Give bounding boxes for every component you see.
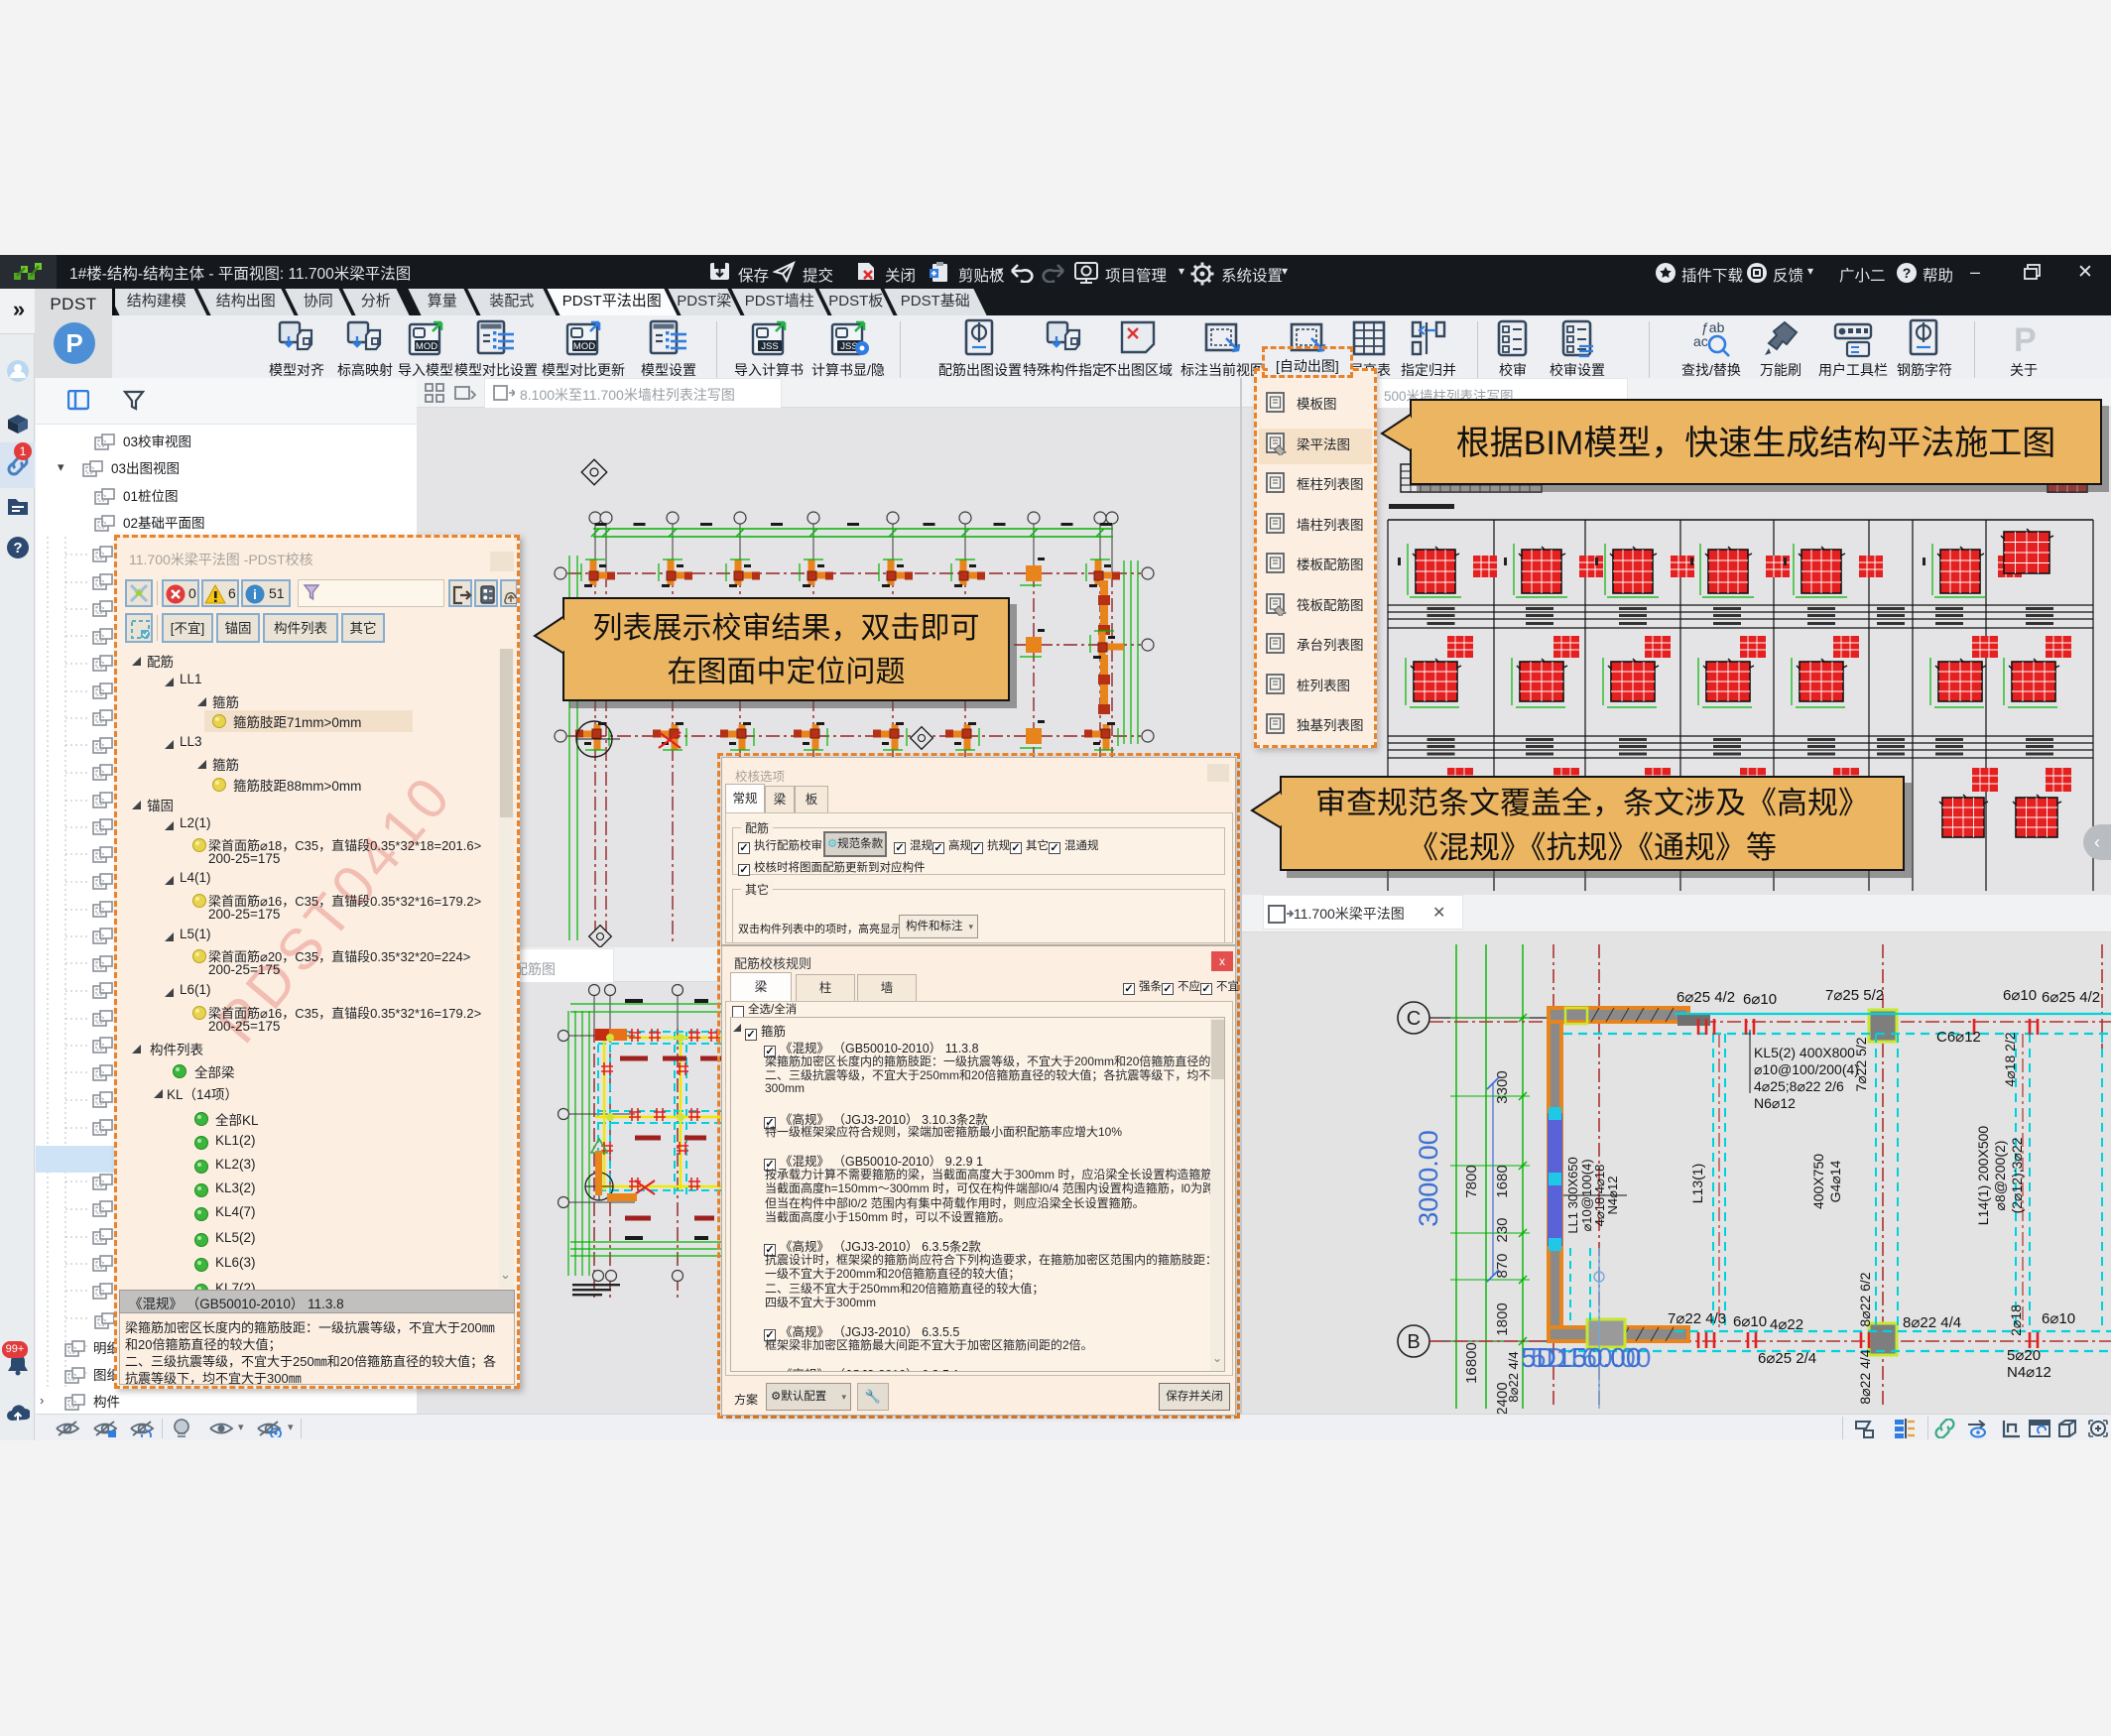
svg-text:⌀8@200(2): ⌀8@200(2): [1992, 1141, 2008, 1211]
svg-text:3000.00: 3000.00: [1414, 1130, 1443, 1227]
svg-text:6⌀10: 6⌀10: [1733, 1313, 1767, 1330]
svg-text:8⌀22 4/4: 8⌀22 4/4: [1903, 1314, 1961, 1331]
svg-text:N6⌀12: N6⌀12: [1754, 1095, 1796, 1111]
svg-text:C: C: [1407, 1008, 1421, 1030]
svg-text:JSS: JSS: [761, 341, 778, 352]
svg-text:P: P: [65, 328, 82, 358]
svg-text:230: 230: [1494, 1217, 1511, 1242]
svg-text:⌀10@100/200(4): ⌀10@100/200(4): [1754, 1061, 1859, 1077]
svg-text:L13(1): L13(1): [1689, 1164, 1705, 1203]
svg-text:6⌀10: 6⌀10: [2003, 987, 2037, 1004]
svg-text:6⌀25 4/2: 6⌀25 4/2: [2042, 989, 2100, 1006]
svg-text:7⌀22 4/3: 7⌀22 4/3: [1668, 1310, 1726, 1327]
svg-text:7800: 7800: [1463, 1165, 1480, 1197]
svg-text:ac: ac: [1693, 333, 1708, 349]
svg-text:6⌀10: 6⌀10: [2042, 1310, 2075, 1327]
svg-text:8⌀22 4/4: 8⌀22 4/4: [1857, 1349, 1873, 1404]
svg-text:7⌀25 5/2: 7⌀25 5/2: [1825, 987, 1884, 1004]
svg-text:JSS: JSS: [840, 341, 857, 352]
svg-text:4⌀22: 4⌀22: [1770, 1316, 1803, 1333]
svg-text:B: B: [1407, 1331, 1420, 1353]
svg-text:MOD: MOD: [573, 341, 595, 352]
svg-text:?: ?: [1903, 265, 1912, 281]
svg-text:870: 870: [1494, 1253, 1511, 1278]
svg-text:6⌀25 4/2: 6⌀25 4/2: [1676, 989, 1735, 1006]
svg-text:L14(1) 200X500: L14(1) 200X500: [1975, 1126, 1991, 1226]
svg-text:6⌀25 2/4: 6⌀25 2/4: [1758, 1350, 1816, 1367]
svg-text:2⌀18: 2⌀18: [2008, 1304, 2024, 1336]
svg-text:(2⌀12);3⌀22: (2⌀12);3⌀22: [2009, 1137, 2025, 1213]
svg-text:16800: 16800: [1463, 1342, 1480, 1384]
svg-text:3300: 3300: [1494, 1070, 1511, 1103]
svg-text:1680: 1680: [1494, 1165, 1511, 1197]
svg-text:4⌀25;8⌀22 2/6: 4⌀25;8⌀22 2/6: [1754, 1078, 1844, 1094]
svg-text:i: i: [253, 586, 257, 602]
svg-text:7⌀22 5/2: 7⌀22 5/2: [1853, 1037, 1869, 1091]
svg-text:5D160.00: 5D160.00: [1531, 1342, 1651, 1373]
svg-text:G4⌀14: G4⌀14: [1827, 1160, 1843, 1202]
svg-text:N4⌀12: N4⌀12: [2007, 1364, 2051, 1381]
svg-text:4⌀18 2/2: 4⌀18 2/2: [2002, 1032, 2018, 1086]
svg-text:P: P: [2014, 321, 2037, 359]
svg-text:400X750: 400X750: [1810, 1154, 1826, 1209]
svg-text:8⌀22 4/4: 8⌀22 4/4: [1506, 1351, 1521, 1402]
svg-text:1800: 1800: [1494, 1302, 1511, 1335]
svg-text:6⌀10: 6⌀10: [1743, 991, 1777, 1008]
svg-text:?: ?: [13, 540, 22, 557]
svg-text:C6⌀12: C6⌀12: [1936, 1029, 1981, 1046]
svg-text:5⌀20: 5⌀20: [2007, 1347, 2041, 1364]
svg-text:MOD: MOD: [416, 341, 437, 352]
svg-text:8⌀22 6/2: 8⌀22 6/2: [1857, 1272, 1873, 1326]
svg-text:KL5(2) 400X800: KL5(2) 400X800: [1754, 1045, 1855, 1060]
